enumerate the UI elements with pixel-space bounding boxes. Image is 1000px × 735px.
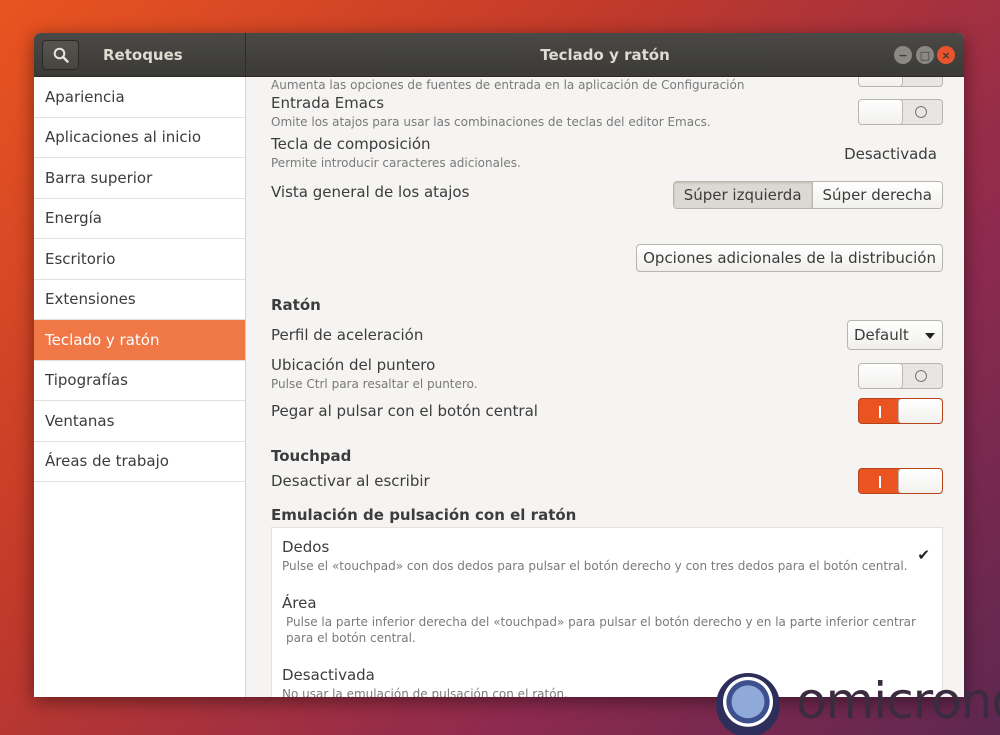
touchpad-section-title: Touchpad (271, 447, 352, 465)
sidebar-item-areas-de-trabajo[interactable]: Áreas de trabajo (34, 442, 245, 482)
sidebar-item-tipografias[interactable]: Tipografías (34, 361, 245, 401)
close-button[interactable]: × (937, 46, 955, 64)
sidebar-item-escritorio[interactable]: Escritorio (34, 239, 245, 280)
sidebar-item-teclado-y-raton[interactable]: Teclado y ratón (34, 320, 245, 361)
sidebar-item-label: Áreas de trabajo (45, 452, 169, 471)
omicrono-watermark: omicrono (716, 672, 1000, 735)
tweaks-window: Retoques Teclado y ratón − □ × Aparienci… (34, 33, 964, 697)
disable-typing-row: Desactivar al escribir (271, 468, 943, 494)
sidebar-item-label: Escritorio (45, 249, 116, 268)
emulation-option-dedos[interactable]: Dedos Pulse el «touchpad» con dos dedos … (282, 538, 922, 574)
search-icon (53, 47, 69, 63)
switch-off-icon (915, 370, 927, 382)
accel-row: Perfil de aceleración Default (271, 320, 943, 350)
overview-toggle: Súper izquierda Súper derecha (672, 181, 943, 209)
emulation-title: Emulación de pulsación con el ratón (271, 506, 577, 524)
disable-typing-switch[interactable] (858, 468, 943, 494)
sidebar-item-aplicaciones-al-inicio[interactable]: Aplicaciones al inicio (34, 118, 245, 158)
pointer-row: Ubicación del puntero Pulse Ctrl para re… (271, 356, 943, 391)
compose-subtitle: Permite introducir caracteres adicionale… (271, 156, 521, 170)
sidebar-item-ventanas[interactable]: Ventanas (34, 401, 245, 442)
option-title: Dedos (282, 538, 330, 556)
accel-profile-dropdown[interactable]: Default (847, 320, 943, 350)
maximize-button[interactable]: □ (916, 46, 934, 64)
accel-title: Perfil de aceleración (271, 326, 424, 344)
sidebar-item-energia[interactable]: Energía (34, 199, 245, 239)
mouse-section-title: Ratón (271, 296, 321, 314)
emacs-subtitle: Omite los atajos para usar las combinaci… (271, 115, 711, 129)
partial-row-subtitle: Aumenta las opciones de fuentes de entra… (271, 78, 745, 92)
watermark-text: omicrono (796, 672, 1000, 730)
partial-row: Aumenta las opciones de fuentes de entra… (271, 77, 943, 92)
search-button[interactable] (42, 39, 79, 70)
close-icon: × (941, 48, 951, 62)
accel-profile-value: Default (854, 326, 909, 344)
sidebar-item-label: Barra superior (45, 168, 153, 187)
app-title: Retoques (103, 45, 183, 64)
pointer-title: Ubicación del puntero (271, 356, 436, 374)
pointer-subtitle: Pulse Ctrl para resaltar el puntero. (271, 377, 478, 391)
maximize-icon: □ (919, 48, 931, 62)
sidebar-item-extensiones[interactable]: Extensiones (34, 280, 245, 320)
sidebar-item-label: Ventanas (45, 411, 115, 430)
compose-value[interactable]: Desactivada (844, 145, 937, 163)
settings-panel: Aumenta las opciones de fuentes de entra… (247, 77, 964, 697)
super-left-button[interactable]: Súper izquierda (673, 182, 812, 208)
window-title: Teclado y ratón (540, 46, 670, 64)
sidebar-item-apariencia[interactable]: Apariencia (34, 77, 245, 118)
checkmark-icon: ✔ (917, 546, 930, 564)
sidebar-item-label: Tipografías (45, 371, 128, 390)
middle-click-switch[interactable] (858, 398, 943, 424)
compose-title: Tecla de composición (271, 135, 431, 153)
layout-options-button[interactable]: Opciones adicionales de la distribución (636, 244, 943, 272)
switch-on-icon (879, 406, 881, 418)
middle-click-title: Pegar al pulsar con el botón central (271, 402, 538, 420)
sidebar-item-label: Extensiones (45, 290, 136, 309)
minimize-icon: − (898, 48, 908, 62)
emacs-row: Entrada Emacs Omite los atajos para usar… (271, 94, 943, 129)
sidebar-item-label: Teclado y ratón (45, 330, 160, 349)
super-right-button[interactable]: Súper derecha (811, 182, 942, 208)
overview-row: Vista general de los atajos Súper izquie… (271, 181, 943, 209)
disable-typing-title: Desactivar al escribir (271, 472, 430, 490)
sidebar-item-label: Energía (45, 209, 102, 228)
sidebar-header: Retoques (34, 33, 246, 77)
partial-row-switch[interactable] (858, 77, 943, 87)
switch-on-icon (879, 476, 881, 488)
emacs-switch[interactable] (858, 99, 943, 125)
sidebar: Apariencia Aplicaciones al inicio Barra … (34, 77, 246, 697)
omicrono-logo-icon (716, 673, 780, 735)
switch-off-icon (915, 106, 927, 118)
option-subtitle: Pulse el «touchpad» con dos dedos para p… (282, 559, 908, 573)
pointer-switch[interactable] (858, 363, 943, 389)
option-title: Área (282, 594, 317, 612)
sidebar-item-label: Apariencia (45, 87, 125, 106)
sidebar-item-label: Aplicaciones al inicio (45, 128, 202, 147)
emacs-title: Entrada Emacs (271, 94, 385, 112)
chevron-down-icon (925, 333, 935, 339)
compose-row: Tecla de composición Permite introducir … (271, 135, 943, 170)
minimize-button[interactable]: − (894, 46, 912, 64)
option-subtitle: Pulse la parte inferior derecha del «tou… (286, 615, 916, 645)
emulation-option-area[interactable]: Área Pulse la parte inferior derecha del… (282, 594, 922, 646)
middle-click-row: Pegar al pulsar con el botón central (271, 398, 943, 424)
header-bar: Retoques Teclado y ratón − □ × (34, 33, 964, 77)
sidebar-item-barra-superior[interactable]: Barra superior (34, 158, 245, 199)
